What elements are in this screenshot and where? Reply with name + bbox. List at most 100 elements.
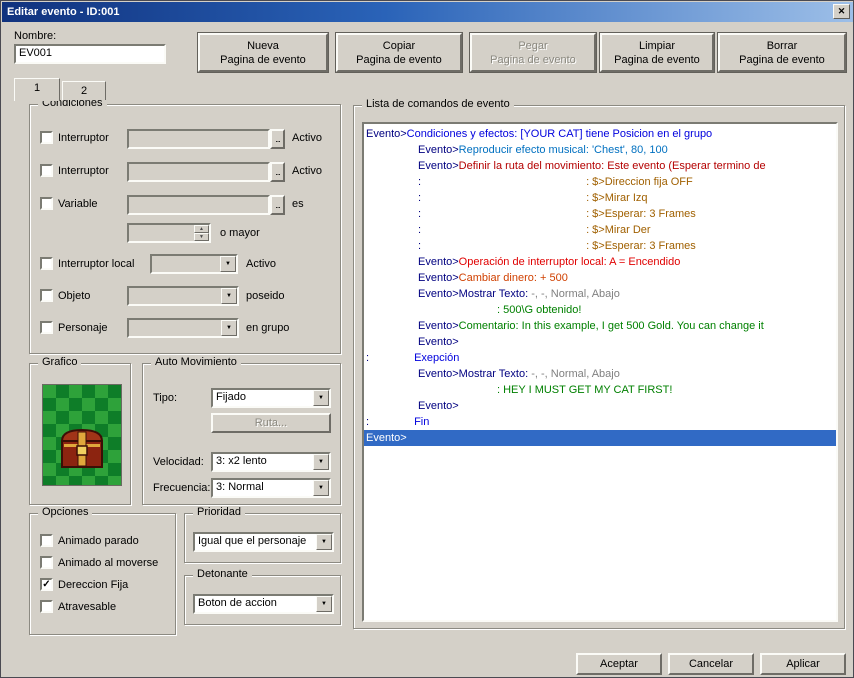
- movement-type-label: Tipo:: [153, 392, 178, 404]
- command-line[interactable]: Evento>: [364, 430, 836, 446]
- chevron-down-icon: ▼: [313, 480, 329, 496]
- movement-freq-value: 3: Normal: [216, 481, 264, 493]
- command-line[interactable]: :: $>Direccion fija OFF: [364, 174, 836, 190]
- command-line[interactable]: : 500\G obtenido!: [364, 302, 836, 318]
- command-segment: Evento>: [418, 160, 459, 172]
- animated-moving-checkbox[interactable]: [40, 556, 53, 569]
- movement-speed-combo[interactable]: 3: x2 lento ▼: [211, 452, 331, 472]
- command-line[interactable]: Evento>Definir la ruta del movimiento: E…: [364, 158, 836, 174]
- trigger-group-label: Detonante: [193, 568, 252, 580]
- new-page-label-1: Nueva: [247, 39, 279, 52]
- command-segment: -, -, Normal, Abajo: [531, 288, 620, 300]
- route-button-label: Ruta...: [254, 417, 288, 429]
- animated-idle-checkbox[interactable]: [40, 534, 53, 547]
- command-segment: Evento>: [418, 288, 459, 300]
- spinner-down-icon: ▼: [194, 233, 209, 241]
- actor-suffix: en grupo: [246, 322, 290, 334]
- command-line[interactable]: Evento>Cambiar dinero: + 500: [364, 270, 836, 286]
- command-segment: Mostrar Texto:: [458, 288, 532, 300]
- command-line[interactable]: Evento>Mostrar Texto: -, -, Normal, Abaj…: [364, 366, 836, 382]
- item-checkbox[interactable]: [40, 289, 53, 302]
- trigger-combo[interactable]: Boton de accion ▼: [193, 594, 334, 614]
- spinner-up-icon: ▲: [194, 225, 209, 233]
- switch1-checkbox[interactable]: [40, 131, 53, 144]
- command-line[interactable]: Evento>Reproducir efecto musical: 'Chest…: [364, 142, 836, 158]
- command-segment: Comentario: In this example, I get 500 G…: [458, 320, 764, 332]
- command-segment: Evento>: [418, 144, 459, 156]
- command-segment: Definir la ruta del movimiento: Este eve…: [458, 160, 766, 172]
- command-line[interactable]: : Exepción: [364, 350, 836, 366]
- command-segment: Evento>: [418, 256, 459, 268]
- command-list-group: Lista de comandos de evento Evento>Condi…: [353, 98, 845, 629]
- chevron-down-icon: ▼: [221, 320, 237, 336]
- command-line[interactable]: :: $>Mirar Der: [364, 222, 836, 238]
- command-segment: :: [418, 208, 422, 220]
- fixed-direction-checkbox[interactable]: ✓: [40, 578, 53, 591]
- tab-page-2[interactable]: 2: [62, 81, 106, 100]
- command-segment: Evento>: [366, 432, 407, 444]
- command-line[interactable]: Evento>: [364, 334, 836, 350]
- command-line[interactable]: Evento>Comentario: In this example, I ge…: [364, 318, 836, 334]
- command-line[interactable]: :: $>Esperar: 3 Frames: [364, 206, 836, 222]
- command-segment: : 500\G obtenido!: [497, 304, 582, 316]
- delete-page-button[interactable]: Borrar Pagina de evento: [718, 33, 846, 72]
- movement-freq-combo[interactable]: 3: Normal ▼: [211, 478, 331, 498]
- command-line[interactable]: :: $>Mirar Izq: [364, 190, 836, 206]
- actor-combo: ▼: [127, 318, 239, 338]
- copy-page-button[interactable]: Copiar Pagina de evento: [336, 33, 462, 72]
- priority-combo[interactable]: Igual que el personaje ▼: [193, 532, 334, 552]
- local-switch-checkbox[interactable]: [40, 257, 53, 270]
- command-line[interactable]: : Fin: [364, 414, 836, 430]
- switch2-browse-button: ...: [270, 162, 285, 182]
- command-line[interactable]: Evento>Operación de interruptor local: A…: [364, 254, 836, 270]
- options-group: Opciones Animado parado Animado al mover…: [29, 506, 176, 635]
- command-segment: Evento>: [418, 320, 459, 332]
- switch1-suffix: Activo: [292, 132, 322, 144]
- chevron-down-icon: ▼: [316, 596, 332, 612]
- close-button[interactable]: ✕: [833, 4, 850, 19]
- passable-checkbox[interactable]: [40, 600, 53, 613]
- tab-page-1[interactable]: 1: [14, 78, 60, 101]
- fixed-direction-label: Dereccion Fija: [58, 579, 129, 591]
- command-segment: :: [418, 192, 422, 204]
- cancel-button[interactable]: Cancelar: [668, 653, 754, 675]
- paste-page-label-2: Pagina de evento: [490, 53, 576, 66]
- event-graphic-chest[interactable]: [42, 384, 122, 486]
- command-list[interactable]: Evento>Condiciones y efectos: [YOUR CAT]…: [362, 122, 838, 622]
- chevron-down-icon: ▼: [220, 256, 236, 272]
- command-segment: Fin: [414, 416, 430, 428]
- command-line[interactable]: : HEY I MUST GET MY CAT FIRST!: [364, 382, 836, 398]
- window-title: Editar evento - ID:001: [7, 6, 120, 18]
- command-line[interactable]: :: $>Esperar: 3 Frames: [364, 238, 836, 254]
- new-page-button[interactable]: Nueva Pagina de evento: [198, 33, 328, 72]
- command-line[interactable]: Evento>Condiciones y efectos: [YOUR CAT]…: [364, 126, 836, 142]
- actor-checkbox[interactable]: [40, 321, 53, 334]
- command-segment: Reproducir efecto musical: 'Chest', 80, …: [458, 144, 668, 156]
- clear-page-button[interactable]: Limpiar Pagina de evento: [600, 33, 714, 72]
- movement-type-combo[interactable]: Fijado ▼: [211, 388, 331, 408]
- command-segment: Evento>: [418, 400, 459, 412]
- chevron-down-icon: ▼: [313, 390, 329, 406]
- priority-value: Igual que el personaje: [198, 535, 307, 547]
- local-switch-label: Interruptor local: [58, 258, 135, 270]
- command-line[interactable]: Evento>: [364, 398, 836, 414]
- name-input[interactable]: EV001: [14, 44, 166, 64]
- paste-page-label-1: Pegar: [518, 39, 548, 52]
- ok-button[interactable]: Aceptar: [576, 653, 662, 675]
- chevron-down-icon: ▼: [221, 288, 237, 304]
- actor-label: Personaje: [58, 322, 108, 334]
- variable-checkbox[interactable]: [40, 197, 53, 210]
- title-bar[interactable]: Editar evento - ID:001: [2, 2, 853, 22]
- variable-suffix: es: [292, 198, 304, 210]
- switch2-checkbox[interactable]: [40, 164, 53, 177]
- command-segment: Evento>: [418, 272, 459, 284]
- command-segment: Operación de interruptor local: A = Ence…: [458, 256, 681, 268]
- command-segment: :: [418, 176, 422, 188]
- command-segment: :: [366, 416, 370, 428]
- apply-button[interactable]: Aplicar: [760, 653, 846, 675]
- command-list-group-label: Lista de comandos de evento: [362, 98, 514, 110]
- animated-idle-label: Animado parado: [58, 535, 139, 547]
- command-line[interactable]: Evento>Mostrar Texto: -, -, Normal, Abaj…: [364, 286, 836, 302]
- ellipsis-icon: ...: [275, 200, 280, 210]
- new-page-label-2: Pagina de evento: [220, 53, 306, 66]
